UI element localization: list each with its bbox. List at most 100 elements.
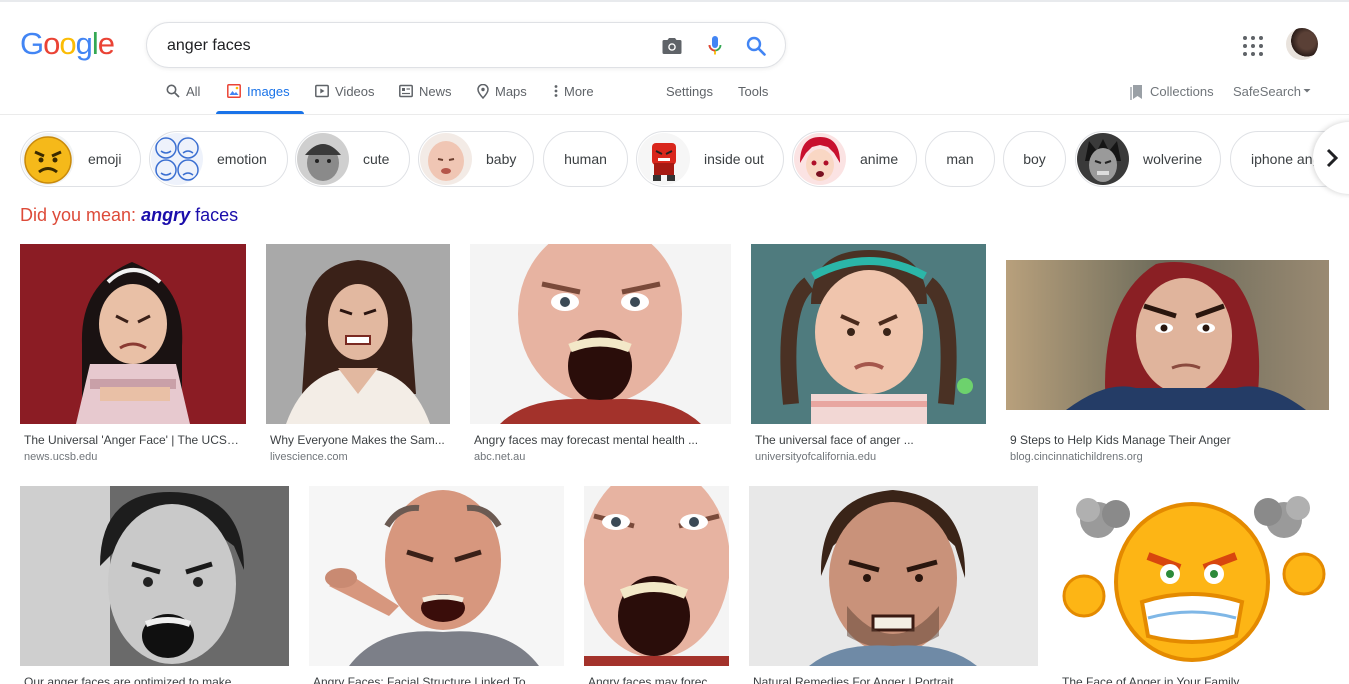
result-domain: blog.cincinnatichildrens.org [1010, 451, 1143, 463]
image-result[interactable]: The Face of Anger in Your Family [1058, 486, 1329, 684]
image-icon [227, 84, 241, 98]
tools-link[interactable]: Tools [738, 80, 768, 114]
image-result[interactable]: The Universal 'Anger Face' | The UCSB...… [20, 244, 246, 469]
result-thumbnail [470, 244, 731, 424]
result-title[interactable]: The Universal 'Anger Face' | The UCSB... [24, 433, 244, 447]
chip-label: emotion [217, 151, 267, 167]
tab-news[interactable]: News [399, 80, 452, 114]
result-thumbnail [1058, 486, 1329, 666]
image-result[interactable]: Angry faces may forecast mental health .… [470, 244, 731, 469]
result-title[interactable]: Angry faces may forecast mental health .… [474, 433, 729, 447]
bookmark-collection-icon [1130, 85, 1142, 100]
result-thumbnail [749, 486, 1038, 666]
chip-anime[interactable]: anime [792, 131, 917, 187]
collections-label: Collections [1150, 84, 1214, 99]
safesearch-label: SafeSearch [1233, 84, 1301, 99]
account-avatar[interactable] [1286, 28, 1318, 60]
more-vert-icon [554, 85, 558, 97]
tab-videos[interactable]: Videos [315, 80, 375, 114]
image-result[interactable]: The universal face of anger ... universi… [751, 244, 986, 469]
camera-icon[interactable] [661, 35, 683, 57]
result-title[interactable]: Our anger faces are optimized to make ..… [24, 675, 287, 684]
google-logo[interactable]: Google [20, 26, 115, 62]
result-thumbnail [751, 244, 986, 424]
caret-down-icon [1303, 89, 1311, 93]
chip-human[interactable]: human [543, 131, 628, 187]
chip-inside-out[interactable]: inside out [636, 131, 784, 187]
news-icon [399, 84, 413, 98]
image-result[interactable]: Natural Remedies For Anger | Portrait ..… [749, 486, 1038, 684]
result-title[interactable]: Angry Faces: Facial Structure Linked To … [313, 675, 562, 684]
chip-boy[interactable]: boy [1003, 131, 1066, 187]
apps-grid-icon[interactable] [1241, 34, 1265, 58]
chip-label: boy [1023, 151, 1046, 167]
result-thumbnail [309, 486, 564, 666]
suggestion-rest: faces [195, 205, 239, 225]
result-title[interactable]: Angry faces may forec... [588, 675, 727, 684]
cute-child-thumbnail [297, 133, 349, 185]
map-pin-icon [477, 84, 489, 99]
result-thumbnail [1006, 260, 1329, 410]
top-border [0, 0, 1349, 2]
chip-label: iphone ang [1251, 151, 1321, 167]
chip-label: human [564, 151, 607, 167]
tab-label: News [419, 84, 452, 99]
chip-man[interactable]: man [925, 131, 995, 187]
image-result[interactable]: Angry faces may forec... [584, 486, 729, 684]
chip-baby[interactable]: baby [418, 131, 534, 187]
chip-label: man [946, 151, 974, 167]
image-result[interactable]: 9 Steps to Help Kids Manage Their Anger … [1006, 244, 1329, 469]
chip-label: emoji [88, 151, 122, 167]
chip-emoji[interactable]: emoji [20, 131, 141, 187]
tab-label: Images [247, 84, 290, 99]
chip-label: cute [363, 151, 390, 167]
image-result[interactable]: Why Everyone Makes the Sam... livescienc… [266, 244, 450, 469]
search-box [146, 22, 786, 68]
result-title[interactable]: The universal face of anger ... [755, 433, 984, 447]
result-title[interactable]: Natural Remedies For Anger | Portrait ..… [753, 675, 1036, 684]
tab-all[interactable]: All [166, 80, 200, 114]
tab-more[interactable]: More [554, 80, 594, 114]
result-title[interactable]: Why Everyone Makes the Sam... [270, 433, 448, 447]
result-thumbnail [584, 486, 729, 666]
settings-link[interactable]: Settings [666, 80, 713, 114]
safesearch-dropdown[interactable]: SafeSearch [1233, 80, 1311, 114]
wolverine-thumbnail [1077, 133, 1129, 185]
tab-maps[interactable]: Maps [477, 80, 527, 114]
result-domain: universityofcalifornia.edu [755, 451, 877, 463]
result-title[interactable]: The Face of Anger in Your Family [1062, 675, 1327, 684]
tab-label: More [564, 84, 594, 99]
settings-label: Settings [666, 84, 713, 99]
result-domain: news.ucsb.edu [24, 451, 98, 463]
result-title[interactable]: 9 Steps to Help Kids Manage Their Anger [1010, 433, 1327, 447]
related-chips-row: emoji emotion cute baby human inside out… [20, 131, 1349, 187]
tab-label: Maps [495, 84, 527, 99]
angry-emoji-thumbnail [22, 133, 74, 185]
chevron-right-icon [1326, 148, 1339, 168]
chip-emotion[interactable]: emotion [149, 131, 288, 187]
did-you-mean-prefix: Did you mean: [20, 205, 137, 225]
search-input[interactable] [167, 34, 647, 58]
result-domain: abc.net.au [474, 451, 526, 463]
search-icon[interactable] [745, 35, 767, 57]
tab-images[interactable]: Images [216, 80, 304, 114]
image-result[interactable]: Our anger faces are optimized to make ..… [20, 486, 289, 684]
result-thumbnail [266, 244, 450, 424]
did-you-mean-suggestion[interactable]: angry faces [141, 205, 238, 225]
tab-label: Videos [335, 84, 375, 99]
chip-wolverine[interactable]: wolverine [1075, 131, 1221, 187]
nav-divider [0, 114, 1349, 115]
baby-thumbnail [420, 133, 472, 185]
image-result[interactable]: Angry Faces: Facial Structure Linked To … [309, 486, 564, 684]
result-thumbnail [20, 486, 289, 666]
emotion-faces-thumbnail [151, 133, 203, 185]
chip-cute[interactable]: cute [295, 131, 410, 187]
did-you-mean: Did you mean: angry faces [20, 205, 238, 226]
chip-label: inside out [704, 151, 764, 167]
microphone-icon[interactable] [704, 35, 726, 57]
chip-label: anime [860, 151, 899, 167]
collections-link[interactable]: Collections [1130, 80, 1214, 114]
tab-label: All [186, 84, 201, 99]
tools-label: Tools [738, 84, 769, 99]
search-tabs: All Images Videos News Maps More Setting… [0, 80, 1349, 114]
